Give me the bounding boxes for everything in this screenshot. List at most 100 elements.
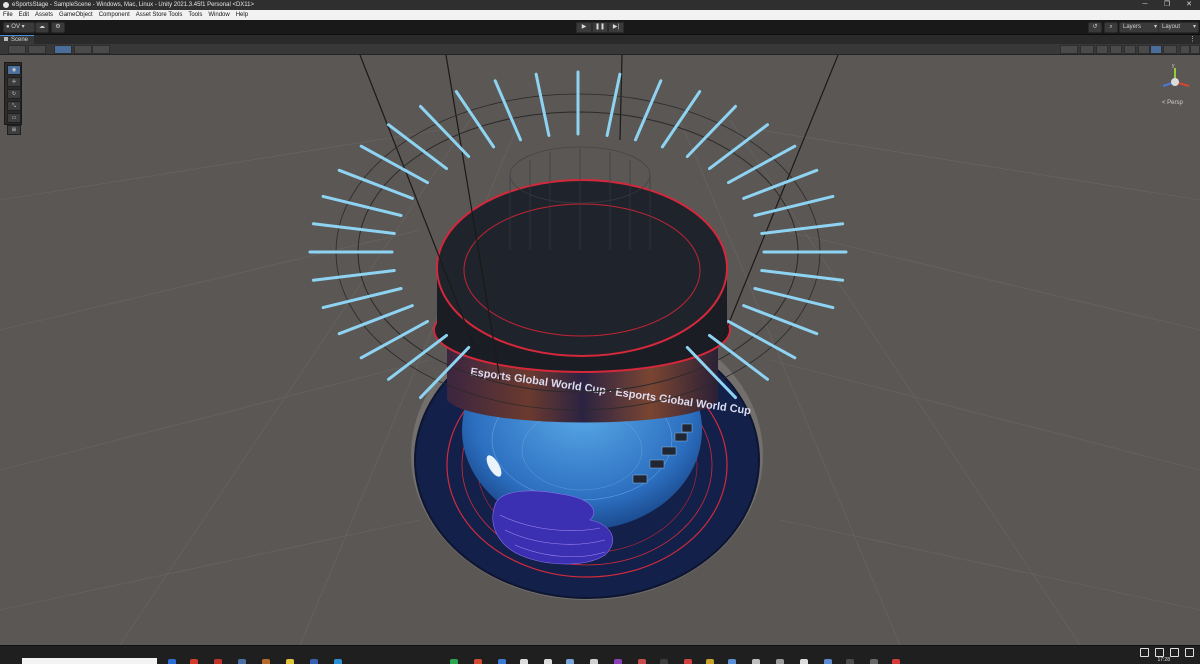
tray-icon[interactable] [1185,648,1194,657]
taskbar-app-icon[interactable] [286,659,294,664]
hand-tool[interactable]: ◉ [7,65,21,75]
search-button[interactable]: ⌕ [1104,22,1118,33]
light-bar [753,194,835,217]
transform-tool[interactable]: ⊞ [7,125,21,135]
taskbar-app-icon[interactable] [706,659,714,664]
snap-settings-dropdown[interactable] [92,45,110,54]
tab-scene[interactable]: Scene [0,35,35,44]
chevron-down-icon: ▾ [21,24,25,30]
taskbar-app-icon[interactable] [498,659,506,664]
taskbar-app-icon[interactable] [870,659,878,664]
menu-gameobject[interactable]: GameObject [56,10,96,20]
play-button[interactable]: ▶ [576,22,592,33]
step-icon: ▶| [612,24,620,30]
taskbar-app-icon[interactable] [846,659,854,664]
light-bar [760,222,845,235]
taskbar-app-icon[interactable] [262,659,270,664]
taskbar-app-icon[interactable] [660,659,668,664]
tool-palette: ◉ ✛ ↻ ⤡ ▭ ⊞ [4,62,22,135]
taskbar-search-box[interactable] [22,658,157,664]
close-button[interactable]: ✕ [1178,0,1200,10]
cloud-icon: ☁ [39,24,45,30]
tray-icon[interactable] [1170,648,1179,657]
taskbar-app-icon[interactable] [168,659,176,664]
rect-tool[interactable]: ▭ [7,113,21,123]
shading-dropdown[interactable] [28,45,46,54]
taskbar-app-icon[interactable] [614,659,622,664]
menu-asset-store-tools[interactable]: Asset Store Tools [133,10,186,20]
menu-file[interactable]: File [0,10,16,20]
layers-dropdown[interactable]: Layers ▾ [1119,22,1160,33]
menu-assets[interactable]: Assets [32,10,56,20]
window-title: eSportsStage - SampleScene - Windows, Ma… [12,2,255,8]
taskbar-app-icon[interactable] [190,659,198,664]
taskbar-app-icon-active[interactable] [728,659,736,664]
2d-toggle[interactable] [1080,45,1094,54]
scale-tool[interactable]: ⤡ [7,101,21,111]
light-bar [660,90,702,149]
account-dropdown[interactable]: ● OV ▾ [3,22,35,33]
step-button[interactable]: ▶| [608,22,624,33]
taskbar-app-icon[interactable] [238,659,246,664]
taskbar-app-icon[interactable] [520,659,528,664]
roof-top [436,179,728,357]
move-tool[interactable]: ✛ [7,77,21,87]
light-bar [321,194,403,217]
taskbar-app-icon[interactable] [892,659,900,664]
increment-snapping-button[interactable] [74,45,92,54]
taskbar-app-icon[interactable] [824,659,832,664]
taskbar-app-icon[interactable] [566,659,574,664]
light-bar [337,304,414,336]
minimize-button[interactable]: ─ [1134,0,1156,10]
taskbar-app-icon[interactable] [590,659,598,664]
collab-button[interactable]: ⚙ [51,22,65,33]
scene-camera-button[interactable] [1150,45,1162,54]
menu-edit[interactable]: Edit [16,10,32,20]
taskbar-app-icon[interactable] [684,659,692,664]
light-bar [753,287,835,310]
tab-scene-label: Scene [11,37,29,43]
view-options-dropdown[interactable] [1060,45,1078,54]
pause-icon: ❚❚ [594,24,606,30]
menu-window[interactable]: Window [205,10,232,20]
scene-viewport[interactable]: Esports Global World Cup · Esports Globa… [0,55,1200,645]
maximize-button[interactable]: ❐ [1156,0,1178,10]
scene-icon [4,37,8,42]
gizmos-toggle[interactable] [1180,45,1190,54]
more-options-icon[interactable]: ⋮ [1189,35,1196,44]
taskbar-clock[interactable]: 17:28 [1157,657,1170,663]
taskbar-app-icon[interactable] [638,659,646,664]
lighting-toggle[interactable] [1096,45,1108,54]
taskbar-app-icon[interactable] [776,659,784,664]
menu-help[interactable]: Help [233,10,251,20]
taskbar-app-icon[interactable] [544,659,552,664]
taskbar-app-icon[interactable] [334,659,342,664]
taskbar-app-icon[interactable] [752,659,760,664]
tray-icon[interactable] [1140,648,1149,657]
taskbar-app-icon[interactable] [310,659,318,664]
audio-toggle[interactable] [1110,45,1122,54]
layout-dropdown[interactable]: Layout ▾ [1158,22,1199,33]
menu-component[interactable]: Component [96,10,133,20]
history-button[interactable]: ↺ [1088,22,1102,33]
scene-settings-button[interactable] [1190,45,1200,54]
taskbar-app-icon[interactable] [214,659,222,664]
gizmos-dropdown[interactable] [1163,45,1177,54]
taskbar-app-icon[interactable] [474,659,482,664]
pause-button[interactable]: ❚❚ [592,22,608,33]
projection-label[interactable]: < Persp [1162,100,1183,106]
rotate-tool[interactable]: ↻ [7,89,21,99]
menu-tools[interactable]: Tools [185,10,205,20]
play-icon: ▶ [581,24,587,30]
window-titlebar: eSportsStage - SampleScene - Windows, Ma… [0,0,1200,10]
taskbar-app-icon[interactable] [800,659,808,664]
grid-snapping-button[interactable] [54,45,72,54]
cloud-button[interactable]: ☁ [35,22,49,33]
os-taskbar: 17:28 [0,645,1200,664]
taskbar-app-icon[interactable] [450,659,458,664]
menu-bar: File Edit Assets GameObject Component As… [0,10,1200,20]
draw-mode-dropdown[interactable] [8,45,26,54]
tray-icon[interactable] [1155,648,1164,657]
effects-toggle[interactable] [1124,45,1136,54]
hidden-objects-toggle[interactable] [1138,45,1150,54]
